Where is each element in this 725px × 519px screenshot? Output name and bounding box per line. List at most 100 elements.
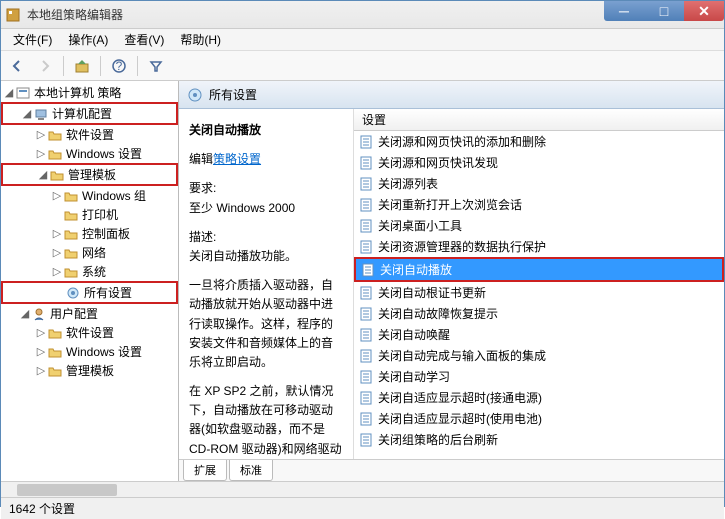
filter-button[interactable] [144, 54, 168, 78]
policy-item-icon [358, 155, 374, 171]
tree-windows-settings[interactable]: ▷ Windows 设置 [1, 144, 178, 163]
list-item[interactable]: 关闭组策略的后台刷新 [354, 429, 724, 450]
expand-icon[interactable]: ▷ [35, 147, 47, 160]
status-bar: 1642 个设置 [1, 497, 724, 519]
tree-control-panel[interactable]: ▷ 控制面板 [1, 224, 178, 243]
list-item[interactable]: 关闭自动唤醒 [354, 324, 724, 345]
app-icon [5, 7, 21, 23]
folder-icon [63, 188, 79, 204]
expand-icon[interactable]: ▷ [35, 128, 47, 141]
expand-icon[interactable]: ◢ [21, 107, 33, 120]
content-body: 关闭自动播放 编辑策略设置 要求: 至少 Windows 2000 描述: 关闭… [179, 109, 724, 459]
help-button[interactable]: ? [107, 54, 131, 78]
tree-user-windows[interactable]: ▷ Windows 设置 [1, 342, 178, 361]
tree-user-admin[interactable]: ▷ 管理模板 [1, 361, 178, 380]
expand-icon[interactable]: ▷ [51, 189, 63, 202]
tab-extended[interactable]: 扩展 [183, 460, 227, 481]
tree-software-settings[interactable]: ▷ 软件设置 [1, 125, 178, 144]
expand-icon[interactable]: ◢ [19, 307, 31, 320]
tree-windows-components[interactable]: ▷ Windows 组 [1, 186, 178, 205]
tree-label: 计算机配置 [52, 105, 112, 122]
tree-label: 软件设置 [66, 324, 114, 341]
description-para2: 在 XP SP2 之前，默认情况下，自动播放在可移动驱动器(如软盘驱动器，而不是… [189, 382, 343, 459]
expand-icon[interactable]: ▷ [35, 364, 47, 377]
title-bar: 本地组策略编辑器 ─ □ ✕ [1, 1, 724, 29]
list-item[interactable]: 关闭自适应显示超时(接通电源) [354, 387, 724, 408]
tree-printers[interactable]: 打印机 [1, 205, 178, 224]
expand-icon[interactable]: ▷ [35, 326, 47, 339]
folder-icon [63, 264, 79, 280]
tree-network[interactable]: ▷ 网络 [1, 243, 178, 262]
tree-all-settings[interactable]: 所有设置 [1, 281, 178, 304]
expand-icon[interactable]: ▷ [51, 265, 63, 278]
list-item[interactable]: 关闭资源管理器的数据执行保护 [354, 236, 724, 257]
folder-icon [63, 226, 79, 242]
main-area: ◢ 本地计算机 策略 ◢ 计算机配置 ▷ 软件设置 ▷ Windows 设置 ◢… [1, 81, 724, 481]
list-item[interactable]: 关闭自动根证书更新 [354, 282, 724, 303]
list-item[interactable]: 关闭源和网页快讯发现 [354, 152, 724, 173]
tree-user-software[interactable]: ▷ 软件设置 [1, 323, 178, 342]
policy-item-icon [358, 369, 374, 385]
policy-icon [15, 85, 31, 101]
list-header-label: 设置 [362, 111, 386, 128]
menu-help[interactable]: 帮助(H) [172, 29, 229, 50]
list-item[interactable]: 关闭自动播放 [354, 257, 724, 282]
list-item[interactable]: 关闭自动故障恢复提示 [354, 303, 724, 324]
tree-root[interactable]: ◢ 本地计算机 策略 [1, 83, 178, 102]
up-button[interactable] [70, 54, 94, 78]
list-item[interactable]: 关闭自动完成与输入面板的集成 [354, 345, 724, 366]
tree-label: 网络 [82, 244, 106, 261]
folder-icon [63, 207, 79, 223]
policy-item-icon [358, 218, 374, 234]
folder-icon [47, 344, 63, 360]
list-item-label: 关闭自动唤醒 [378, 326, 450, 343]
policy-item-icon [358, 432, 374, 448]
close-button[interactable]: ✕ [684, 1, 724, 21]
forward-button[interactable] [33, 54, 57, 78]
list-item-label: 关闭自适应显示超时(使用电池) [378, 410, 542, 427]
requirement-label: 要求: [189, 179, 343, 198]
expand-icon[interactable]: ◢ [3, 86, 15, 99]
bottom-tabs: 扩展 标准 [179, 459, 724, 481]
menu-bar: 文件(F) 操作(A) 查看(V) 帮助(H) [1, 29, 724, 51]
expand-icon[interactable]: ◢ [37, 168, 49, 181]
policy-item-icon [358, 390, 374, 406]
tree-pane[interactable]: ◢ 本地计算机 策略 ◢ 计算机配置 ▷ 软件设置 ▷ Windows 设置 ◢… [1, 81, 179, 481]
expand-icon[interactable]: ▷ [51, 246, 63, 259]
maximize-button[interactable]: □ [644, 1, 684, 21]
content-header-title: 所有设置 [209, 86, 257, 103]
scrollbar-thumb[interactable] [17, 484, 117, 496]
folder-icon [47, 146, 63, 162]
menu-action[interactable]: 操作(A) [60, 29, 116, 50]
tab-standard[interactable]: 标准 [229, 460, 273, 481]
description-text: 关闭自动播放功能。 [189, 247, 343, 266]
list-item[interactable]: 关闭源和网页快讯的添加和删除 [354, 131, 724, 152]
menu-view[interactable]: 查看(V) [116, 29, 172, 50]
status-text: 1642 个设置 [9, 500, 75, 517]
user-icon [31, 306, 47, 322]
back-button[interactable] [5, 54, 29, 78]
svg-text:?: ? [116, 59, 123, 73]
tree-horizontal-scrollbar[interactable] [1, 481, 724, 497]
settings-list[interactable]: 关闭源和网页快讯的添加和删除关闭源和网页快讯发现关闭源列表关闭重新打开上次浏览会… [354, 131, 724, 459]
list-item[interactable]: 关闭自动学习 [354, 366, 724, 387]
list-item[interactable]: 关闭桌面小工具 [354, 215, 724, 236]
expand-icon[interactable]: ▷ [51, 227, 63, 240]
settings-icon [65, 285, 81, 301]
tree-user-config[interactable]: ◢ 用户配置 [1, 304, 178, 323]
list-item-label: 关闭资源管理器的数据执行保护 [378, 238, 546, 255]
minimize-button[interactable]: ─ [604, 1, 644, 21]
menu-file[interactable]: 文件(F) [5, 29, 60, 50]
list-item[interactable]: 关闭自适应显示超时(使用电池) [354, 408, 724, 429]
list-item[interactable]: 关闭重新打开上次浏览会话 [354, 194, 724, 215]
tree-label: 管理模板 [68, 166, 116, 183]
list-item[interactable]: 关闭源列表 [354, 173, 724, 194]
edit-policy-link[interactable]: 策略设置 [213, 152, 261, 166]
list-column-header[interactable]: 设置 [354, 109, 724, 131]
expand-icon[interactable]: ▷ [35, 345, 47, 358]
tree-label: 软件设置 [66, 126, 114, 143]
tree-admin-templates[interactable]: ◢ 管理模板 [1, 163, 178, 186]
tree-computer-config[interactable]: ◢ 计算机配置 [1, 102, 178, 125]
tree-label: 打印机 [82, 206, 118, 223]
tree-system[interactable]: ▷ 系统 [1, 262, 178, 281]
